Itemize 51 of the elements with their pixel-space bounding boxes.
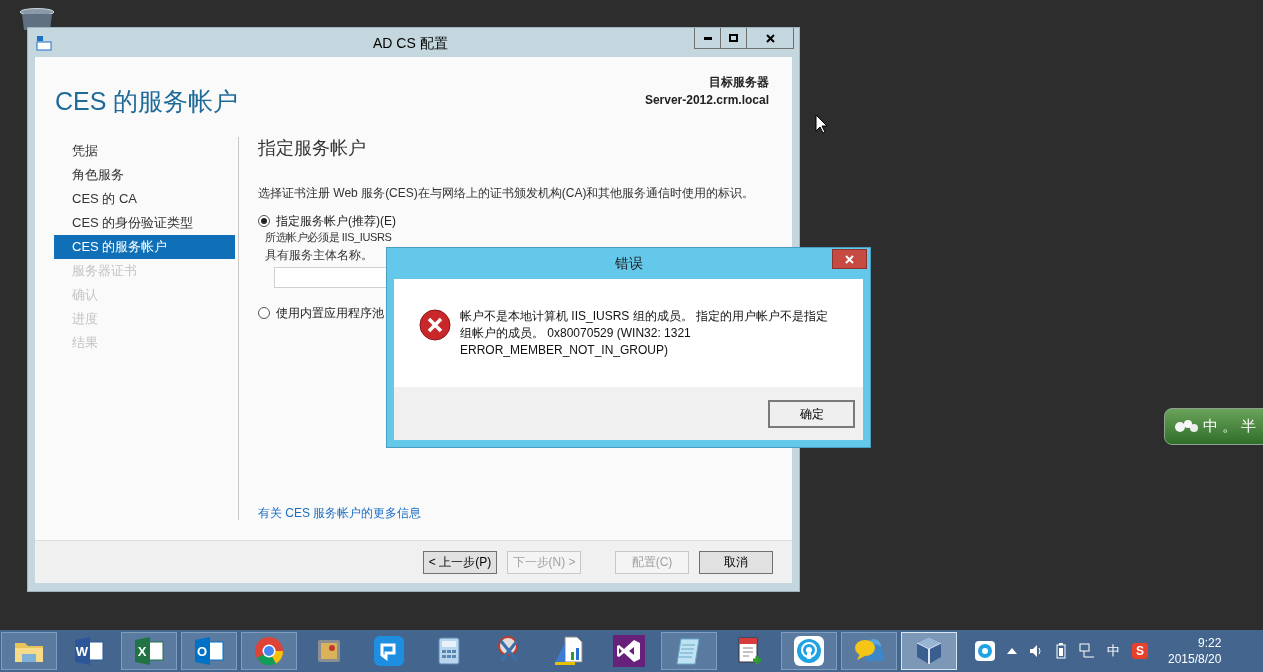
input-language[interactable]: 中 [1107, 641, 1120, 661]
input-method-bar[interactable]: 中 。 半 [1164, 408, 1263, 445]
wizard-step[interactable]: CES 的身份验证类型 [54, 211, 235, 235]
window-title: AD CS 配置 [373, 34, 448, 53]
chevron-up-icon[interactable] [1007, 648, 1017, 654]
taskbar-button[interactable]: X [121, 632, 177, 670]
wifi-icon[interactable] [975, 641, 995, 661]
chart-document-icon [553, 635, 585, 667]
taskbar-button[interactable]: O [181, 632, 237, 670]
cancel-button[interactable]: 取消 [699, 550, 773, 574]
dialog-title: 错误 [614, 254, 643, 273]
ime-label: 半 [1241, 416, 1256, 437]
radio-button[interactable] [258, 215, 270, 227]
app-icon [373, 635, 405, 667]
more-info-link[interactable]: 有关 CES 服务帐户的更多信息 [258, 504, 772, 522]
ok-button[interactable]: 确定 [768, 399, 855, 428]
section-heading: 指定服务帐户 [258, 137, 367, 160]
option-note: 具有服务主体名称。 [265, 247, 373, 263]
ime-label: 中 [1203, 416, 1218, 437]
radio-label: 使用内置应用程序池 [276, 305, 384, 322]
target-server-label: 目标服务器 [709, 74, 769, 91]
close-icon [845, 254, 854, 264]
page-heading: CES 的服务帐户 [55, 86, 239, 117]
taskbar-button[interactable]: W [61, 632, 117, 670]
option-note: 所选帐户必须是 IIS_IUSRS [265, 231, 392, 244]
clock-date[interactable]: 2015/8/20 [1168, 651, 1222, 667]
infinity-logo-icon [613, 635, 645, 667]
close-icon [765, 33, 775, 43]
radio-button[interactable] [258, 307, 270, 319]
browser-icon [253, 635, 285, 667]
wizard-step[interactable]: CES 的 CA [54, 187, 235, 211]
server-tool-icon [36, 34, 52, 51]
section-description: 选择证书注册 Web 服务(CES)在与网络上的证书颁发机构(CA)和其他服务通信时使用的标识。 [258, 185, 756, 202]
target-server-name: Server-2012.crm.local [644, 92, 769, 109]
battery-icon[interactable] [1055, 643, 1067, 659]
close-button[interactable] [832, 249, 867, 269]
taskbar-button[interactable] [781, 632, 837, 670]
sogou-icon[interactable]: S [1132, 643, 1148, 659]
cursor-icon [815, 114, 827, 134]
clock-time[interactable]: 9:22 [1198, 635, 1222, 651]
speaker-icon[interactable] [1029, 644, 1043, 658]
error-message: 帐户不是本地计算机 IIS_IUSRS 组的成员。 指定的用户帐户不是指定组帐户的成员。 0x80070529 (WIN32: 1321 ERROR_MEMBER_NOT_IN_GROUP) [460, 308, 830, 359]
network-icon[interactable] [1079, 643, 1095, 659]
radio-label: 指定服务帐户(推荐)(E) [276, 213, 396, 230]
wizard-step[interactable]: 凭据 [54, 139, 235, 163]
ime-label: 。 [1222, 416, 1237, 437]
back-button[interactable]: < 上一步(P) [423, 550, 497, 574]
wifi-icon [793, 635, 825, 667]
wizard-step[interactable]: 角色服务 [54, 163, 235, 187]
wizard-step[interactable]: CES 的服务帐户 [54, 235, 235, 259]
error-icon [419, 309, 451, 341]
